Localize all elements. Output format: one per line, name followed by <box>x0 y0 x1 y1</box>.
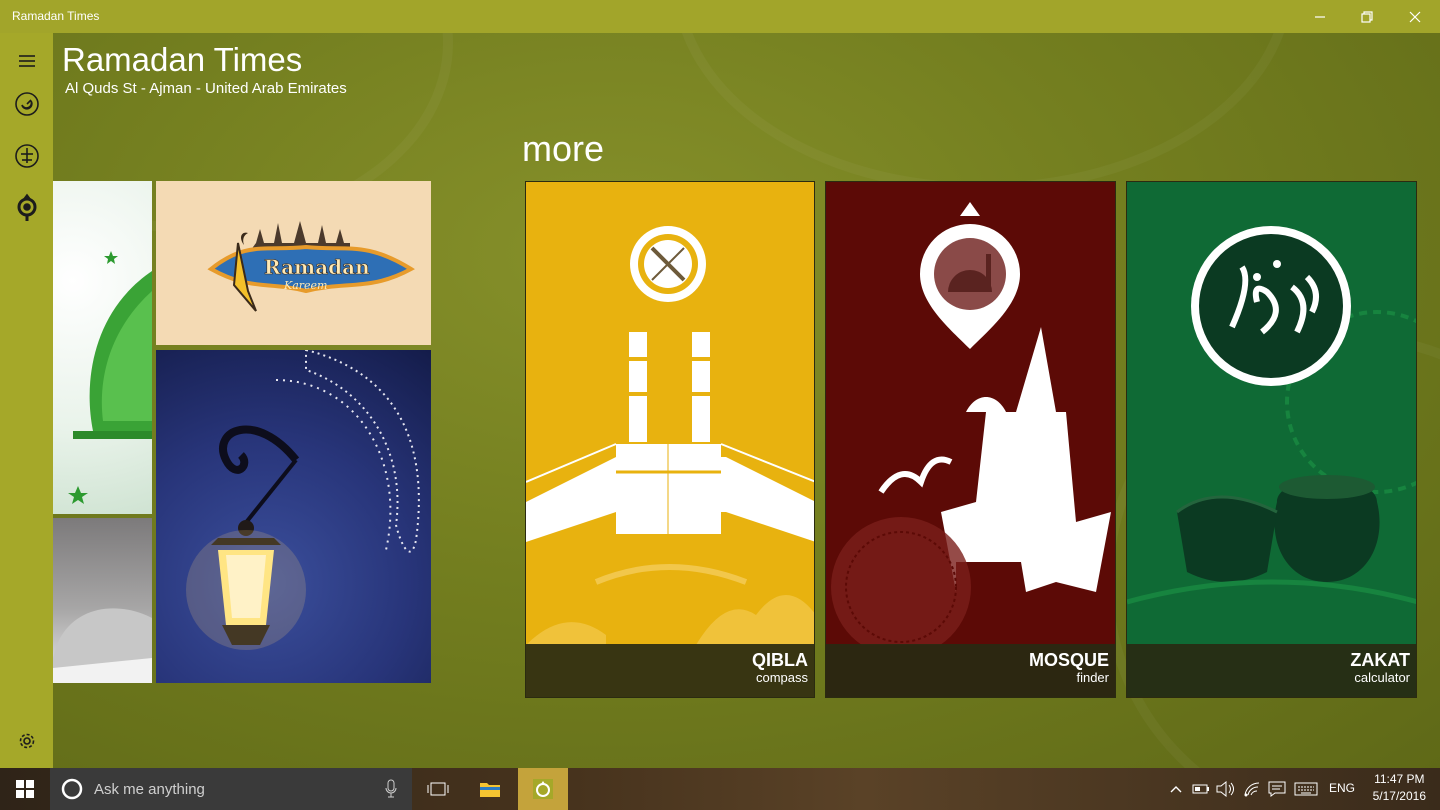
clock-crescent-icon <box>14 92 39 116</box>
restore-icon <box>1361 10 1373 23</box>
zakat-tile-title: ZAKAT <box>1350 650 1410 670</box>
tile-zakat[interactable]: ZAKAT calculator <box>1126 181 1417 698</box>
hamburger-icon <box>18 55 35 67</box>
zakat-calculator-icon <box>1127 226 1416 605</box>
windows-logo-icon <box>16 780 34 798</box>
clock[interactable]: 11:47 PM 5/17/2016 <box>1373 771 1426 805</box>
start-button[interactable] <box>0 768 50 810</box>
clock-time: 11:47 PM <box>1374 772 1425 786</box>
task-view-icon <box>427 782 449 796</box>
banner-title: Ramadan <box>264 255 370 279</box>
settings-button[interactable] <box>0 717 53 765</box>
cortana-circle-icon <box>61 778 83 800</box>
touch-keyboard-button[interactable] <box>1292 768 1320 810</box>
kaaba-compass-icon <box>526 226 814 645</box>
window-title: Ramadan Times <box>12 9 100 23</box>
chevron-up-icon <box>1170 786 1182 793</box>
minimize-icon <box>1315 15 1325 18</box>
photo-green-dome[interactable] <box>53 181 152 514</box>
page-title: Ramadan Times <box>62 41 303 78</box>
nav-qibla-button[interactable] <box>0 184 53 232</box>
zakat-tile-art <box>1127 182 1416 645</box>
location-label: Al Quds St - Ajman - United Arab Emirate… <box>65 80 347 97</box>
clock-date: 5/17/2016 <box>1372 789 1426 803</box>
nav-prayer-times-button[interactable] <box>0 80 53 128</box>
grey-dome-image <box>53 608 152 683</box>
ramadan-kareem-banner-image: Ramadan Kareem <box>207 221 415 312</box>
action-center-button[interactable] <box>1266 768 1288 810</box>
compass-pin-icon <box>17 193 36 221</box>
tile-mosque[interactable]: MOSQUE finder <box>825 181 1116 698</box>
task-view-button[interactable] <box>414 768 462 810</box>
notification-icon <box>1268 781 1286 797</box>
hamburger-menu-button[interactable] <box>0 37 53 85</box>
photo-ramadan-kareem-banner[interactable]: Ramadan Kareem <box>156 181 431 345</box>
battery-icon <box>1192 784 1209 794</box>
mosque-tile-title: MOSQUE <box>1028 650 1109 670</box>
zakat-tile-subtitle: calculator <box>1354 670 1410 685</box>
input-language-indicator[interactable]: ENG <box>1329 781 1355 795</box>
mosque-tile-caption: MOSQUE finder <box>826 644 1115 697</box>
banner-subtitle: Kareem <box>283 279 327 292</box>
keyboard-icon <box>1294 782 1318 796</box>
qibla-tile-caption: QIBLA compass <box>526 644 814 697</box>
nav-calendar-button[interactable] <box>0 132 53 180</box>
tile-qibla[interactable]: QIBLA compass <box>525 181 815 698</box>
close-icon <box>1409 11 1421 22</box>
ramadan-times-taskbar-button[interactable] <box>518 768 568 810</box>
section-heading-more: more <box>522 128 605 169</box>
file-explorer-taskbar-button[interactable] <box>466 768 514 810</box>
mosque-tile-art <box>826 182 1115 657</box>
lantern-image <box>186 350 420 650</box>
zakat-tile-caption: ZAKAT calculator <box>1127 644 1416 697</box>
mosque-tile-subtitle: finder <box>1076 670 1109 685</box>
taskbar: Ask me anything ENG 11:47 PM 5/17/2016 <box>0 768 1440 810</box>
crescent-calendar-icon <box>14 144 39 168</box>
qibla-tile-subtitle: compass <box>755 670 808 685</box>
speaker-icon <box>1216 781 1234 797</box>
folder-icon <box>480 783 500 797</box>
search-placeholder: Ask me anything <box>94 780 205 798</box>
volume-button[interactable] <box>1214 768 1236 810</box>
cortana-search-box[interactable]: Ask me anything <box>50 768 412 810</box>
photo-lantern[interactable] <box>156 350 431 683</box>
photo-grey-dome[interactable] <box>53 518 152 683</box>
mosque-finder-icon <box>831 202 1111 657</box>
navigation-rail <box>0 33 53 768</box>
gear-icon <box>19 733 34 749</box>
green-dome-image <box>68 251 152 504</box>
title-bar: Ramadan Times <box>0 0 1440 33</box>
network-button[interactable] <box>1240 768 1264 810</box>
tray-overflow-button[interactable] <box>1166 768 1186 810</box>
background-swirl <box>673 33 1293 193</box>
microphone-icon[interactable] <box>384 779 398 799</box>
qibla-tile-art <box>526 182 814 645</box>
main-content: Ramadan Times Al Quds St - Ajman - Unite… <box>53 33 1440 768</box>
wifi-icon <box>1244 782 1260 797</box>
close-button[interactable] <box>1392 0 1438 33</box>
qibla-tile-title: QIBLA <box>752 650 808 670</box>
restore-button[interactable] <box>1344 0 1390 33</box>
minimize-button[interactable] <box>1297 0 1343 33</box>
battery-button[interactable] <box>1190 768 1212 810</box>
ramadan-times-app-icon <box>533 779 553 799</box>
